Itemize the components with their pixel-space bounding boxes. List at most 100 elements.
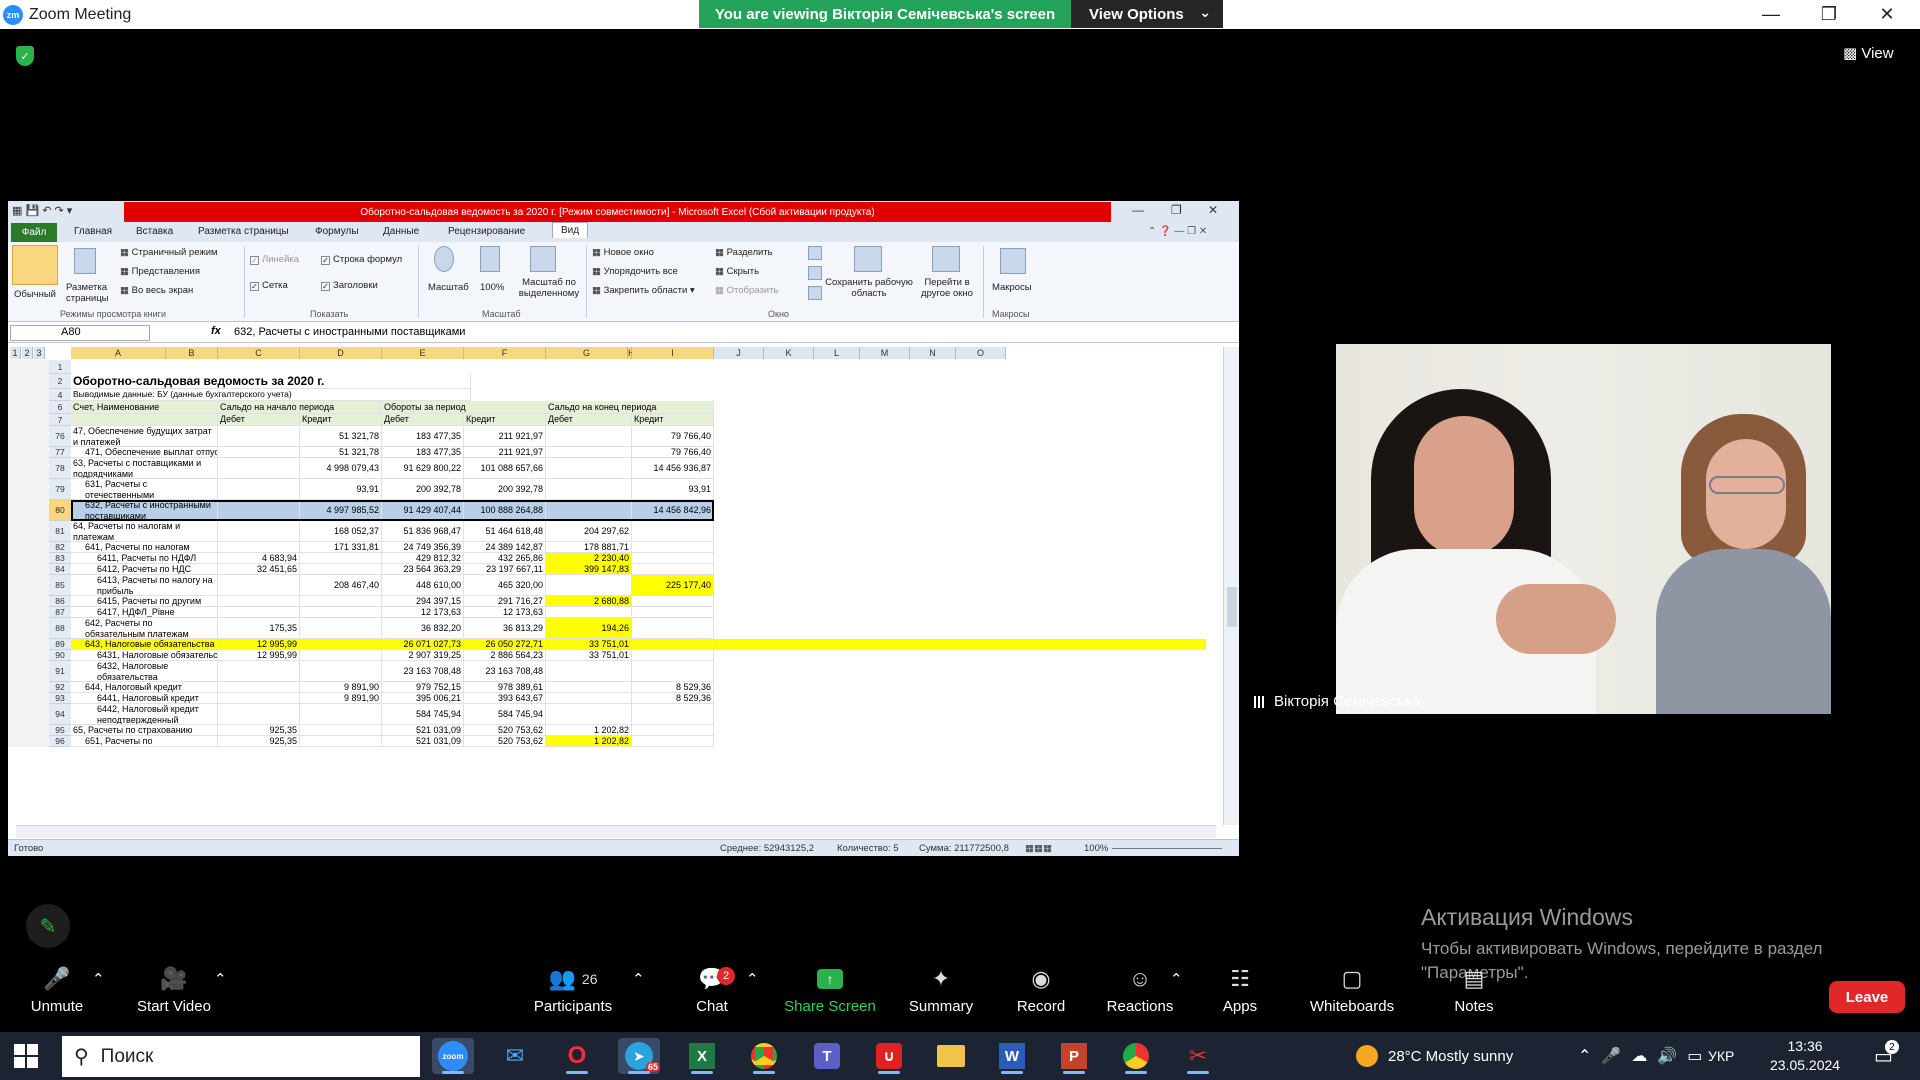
hide[interactable]: ▦ Скрыть — [715, 266, 759, 277]
restore-button[interactable]: ❐ — [1800, 0, 1858, 29]
account-name-cell[interactable]: 6417, НДФЛ_Рівне — [71, 607, 218, 618]
outline-gutter[interactable] — [8, 401, 49, 414]
amount-cell-c[interactable] — [218, 607, 300, 618]
amount-cell-g[interactable]: 33 751,01 — [546, 639, 632, 650]
outline-gutter[interactable] — [8, 618, 49, 639]
column-header-f[interactable]: F — [464, 347, 546, 359]
page-layout-label[interactable]: Разметка страницы — [66, 282, 116, 304]
amount-cell-f[interactable]: 26 050 272,71 — [464, 639, 546, 650]
column-header-n[interactable]: N — [910, 347, 956, 359]
share-screen-button[interactable]: ↑ Share Screen — [780, 962, 880, 1024]
column-header-a[interactable]: A — [71, 347, 166, 359]
amount-cell-e[interactable]: 294 397,15 — [382, 596, 464, 607]
zoom-magnifier-icon[interactable] — [434, 246, 454, 272]
word-icon[interactable]: W — [991, 1038, 1033, 1074]
outline-gutter[interactable] — [8, 639, 49, 650]
outline-gutter[interactable] — [8, 426, 49, 447]
excel-minimize-icon[interactable]: — — [1132, 203, 1144, 217]
amount-cell-i[interactable] — [632, 542, 714, 553]
column-header-j[interactable]: J — [714, 347, 764, 359]
row-number[interactable]: 93 — [49, 693, 71, 704]
amount-cell-g[interactable] — [546, 693, 632, 704]
view-mode-icons[interactable]: ▦▦▦ — [1025, 843, 1052, 854]
outline-gutter[interactable] — [8, 650, 49, 661]
amount-cell-d[interactable] — [300, 704, 382, 725]
horizontal-scrollbar[interactable] — [16, 825, 1216, 838]
view-button[interactable]: ▩ View — [1843, 44, 1894, 62]
amount-cell-c[interactable]: 12 995,99 — [218, 650, 300, 661]
switch-windows-icon[interactable] — [932, 246, 960, 272]
amount-cell-i[interactable]: 93,91 — [632, 479, 714, 500]
amount-cell-e[interactable]: 23 564 363,29 — [382, 564, 464, 575]
close-button[interactable]: ✕ — [1858, 0, 1916, 29]
amount-cell-i[interactable] — [632, 564, 714, 575]
row-number[interactable]: 86 — [49, 596, 71, 607]
row-number[interactable]: 95 — [49, 725, 71, 736]
normal-view-icon[interactable] — [12, 245, 58, 285]
row-number[interactable]: 6 — [49, 401, 71, 414]
amount-cell-c[interactable]: 4 683,94 — [218, 553, 300, 564]
column-header-m[interactable]: M — [860, 347, 910, 359]
amount-cell-i[interactable] — [632, 618, 714, 639]
header-debit[interactable]: Дебет — [546, 414, 632, 426]
amount-cell-i[interactable] — [632, 639, 714, 650]
windows-start-icon[interactable] — [14, 1044, 38, 1068]
side-by-side-icon[interactable] — [808, 246, 822, 260]
amount-cell-f[interactable]: 36 813,29 — [464, 618, 546, 639]
tab-formulas[interactable]: Формулы — [315, 226, 359, 237]
chrome-profile-icon[interactable] — [1115, 1038, 1157, 1074]
apps-button[interactable]: ☷ Apps — [1216, 962, 1264, 1024]
tray-icons[interactable]: ⌃🎤☁🔊▭ — [1578, 1032, 1712, 1080]
row-number[interactable]: 90 — [49, 650, 71, 661]
opera-icon[interactable]: O — [556, 1038, 598, 1074]
outline-gutter[interactable] — [8, 414, 49, 426]
amount-cell-g[interactable] — [546, 479, 632, 500]
row-number[interactable]: 84 — [49, 564, 71, 575]
outline-gutter[interactable] — [8, 389, 49, 401]
amount-cell-d[interactable] — [300, 639, 382, 650]
amount-cell-f[interactable]: 432 265,86 — [464, 553, 546, 564]
row-number[interactable]: 94 — [49, 704, 71, 725]
amount-cell-g[interactable]: 178 881,71 — [546, 542, 632, 553]
amount-cell-c[interactable] — [218, 575, 300, 596]
amount-cell-f[interactable]: 465 320,00 — [464, 575, 546, 596]
minimize-button[interactable]: — — [1742, 0, 1800, 29]
amount-cell-e[interactable]: 395 006,21 — [382, 693, 464, 704]
amount-cell-e[interactable]: 448 610,00 — [382, 575, 464, 596]
amount-cell-e[interactable]: 979 752,15 — [382, 682, 464, 693]
reset-position-icon[interactable] — [808, 286, 822, 300]
column-header-i[interactable]: I — [632, 347, 714, 359]
amount-cell-g[interactable] — [546, 682, 632, 693]
row-number[interactable]: 1 — [49, 360, 71, 374]
page-layout-icon[interactable] — [74, 248, 96, 274]
row-number[interactable]: 77 — [49, 447, 71, 458]
amount-cell-g[interactable]: 2 230,40 — [546, 553, 632, 564]
outline-gutter[interactable] — [8, 500, 49, 521]
outline-gutter[interactable] — [8, 564, 49, 575]
formula-input[interactable]: 632, Расчеты с иностранными поставщиками — [234, 326, 465, 338]
outline-gutter[interactable] — [8, 553, 49, 564]
sheet-subtitle[interactable]: Выводимые данные: БУ (данные бухгалтерск… — [71, 389, 471, 401]
full-screen[interactable]: ▦ Во весь экран — [120, 285, 193, 296]
header-closing-balance[interactable]: Сальдо на конец периода — [546, 401, 714, 414]
outline-gutter[interactable] — [8, 607, 49, 618]
zoom-taskbar-icon[interactable]: zoom — [432, 1038, 474, 1074]
amount-cell-f[interactable]: 2 886 564,23 — [464, 650, 546, 661]
amount-cell-c[interactable]: 925,35 — [218, 725, 300, 736]
outline-gutter[interactable] — [8, 736, 49, 747]
amount-cell-c[interactable]: 175,35 — [218, 618, 300, 639]
amount-cell-f[interactable]: 101 088 657,66 — [464, 458, 546, 479]
encryption-shield-icon[interactable]: ✓ — [16, 46, 34, 66]
amount-cell-e[interactable]: 24 749 356,39 — [382, 542, 464, 553]
zoom-slider[interactable] — [1112, 848, 1222, 849]
amount-cell-c[interactable] — [218, 682, 300, 693]
input-language[interactable]: УКР — [1708, 1032, 1734, 1080]
amount-cell-d[interactable] — [300, 736, 382, 747]
zoom-100-label[interactable]: 100% — [480, 282, 504, 293]
zoom-100-icon[interactable] — [480, 246, 500, 272]
column-header-b[interactable]: B — [166, 347, 218, 359]
amount-cell-f[interactable]: 211 921,97 — [464, 426, 546, 447]
summary-button[interactable]: ✦ Summary — [904, 962, 978, 1024]
amount-cell-e[interactable]: 429 812,32 — [382, 553, 464, 564]
page-break-view[interactable]: ▦ Страничный режим — [120, 247, 218, 258]
